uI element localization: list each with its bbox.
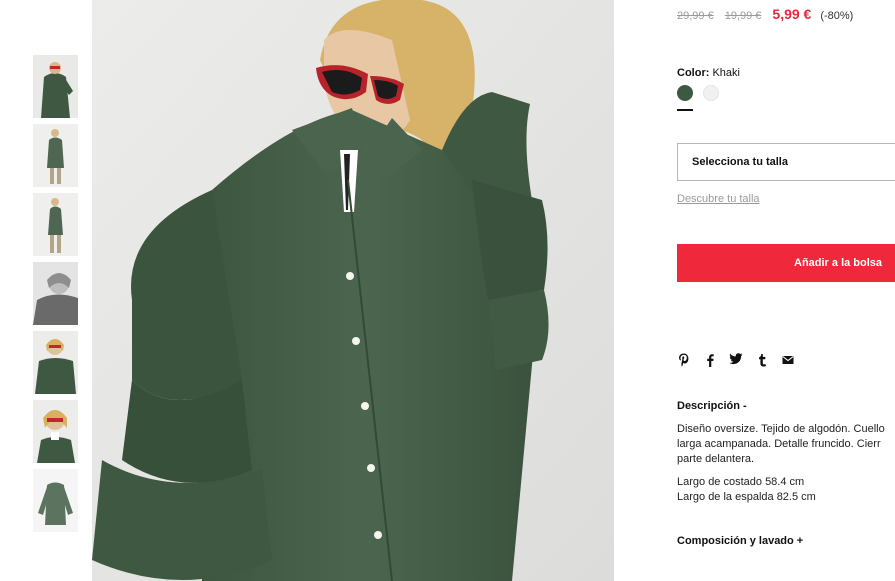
thumbnail-7[interactable] [33, 469, 78, 532]
price-row: 29,99 € 19,99 € 5,99 € (-80%) [677, 6, 853, 22]
color-swatches [677, 85, 719, 111]
description-text: Diseño oversize. Tejido de algodón. Cuel… [677, 422, 895, 505]
color-label-row: Color: Khaki [677, 67, 740, 79]
facebook-icon[interactable] [703, 353, 717, 369]
main-product-image[interactable] [92, 0, 614, 581]
description-line: larga acampanada. Detalle fruncido. Cier… [677, 438, 881, 450]
thumbnail-5[interactable] [33, 331, 78, 394]
product-info-panel: 29,99 € 19,99 € 5,99 € (-80%) Color: Kha… [677, 0, 895, 581]
swatch-white[interactable] [703, 85, 719, 101]
selected-swatch-indicator [677, 109, 693, 111]
pinterest-icon[interactable] [677, 353, 691, 369]
original-price: 29,99 € [677, 10, 714, 22]
current-price: 5,99 € [772, 6, 812, 22]
size-guide-link[interactable]: Descubre tu talla [677, 193, 760, 205]
share-icons [677, 353, 795, 369]
measure-line: Largo de costado 58.4 cm [677, 476, 805, 488]
size-select[interactable]: Selecciona tu talla [677, 143, 895, 181]
thumbnail-6[interactable] [33, 400, 78, 463]
composition-toggle[interactable]: Composición y lavado + [677, 535, 803, 547]
tumblr-icon[interactable] [755, 353, 769, 369]
previous-price: 19,99 € [724, 10, 762, 22]
thumbnail-4[interactable] [33, 262, 78, 325]
discount-badge: (-80%) [820, 10, 854, 22]
description-line: parte delantera. [677, 453, 755, 465]
swatch-khaki[interactable] [677, 85, 693, 111]
thumbnail-1[interactable] [33, 55, 78, 118]
twitter-icon[interactable] [729, 353, 743, 369]
measure-line: Largo de la espalda 82.5 cm [677, 491, 816, 503]
email-icon[interactable] [781, 353, 795, 369]
color-value: Khaki [712, 67, 740, 79]
add-to-bag-button[interactable]: Añadir a la bolsa [677, 244, 895, 282]
description-title[interactable]: Descripción - [677, 400, 747, 412]
color-label: Color: [677, 67, 710, 79]
thumbnail-3[interactable] [33, 193, 78, 256]
description-line: Diseño oversize. Tejido de algodón. Cuel… [677, 423, 885, 435]
thumbnail-2[interactable] [33, 124, 78, 187]
thumbnail-list [33, 55, 78, 538]
